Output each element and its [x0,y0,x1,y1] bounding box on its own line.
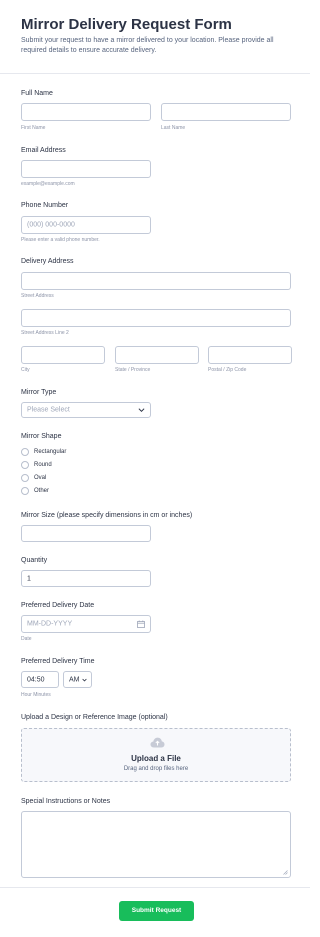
ampm-select[interactable]: AM [63,671,92,688]
delivery-date-sublabel: Date [21,636,32,642]
quantity-label: Quantity [21,557,48,564]
header-divider [0,73,310,74]
first-name-sublabel: First Name [21,125,46,131]
resize-handle-icon[interactable] [283,870,288,875]
mirror-type-select[interactable]: Please Select [21,402,151,418]
notes-label: Special Instructions or Notes [21,798,111,805]
street-address-sublabel: Street Address [21,293,54,299]
delivery-date-label: Preferred Delivery Date [21,602,95,609]
form-subtitle: Submit your request to have a mirror del… [21,37,274,54]
city-sublabel: City [21,367,30,373]
mirror-type-placeholder: Please Select [27,406,70,414]
radio-label: Other [34,488,50,494]
mirror-size-label: Mirror Size (please specify dimensions i… [21,512,193,519]
quantity-value: 1 [27,575,31,582]
email-label: Email Address [21,147,66,154]
radio-label: Round [34,462,52,468]
delivery-date-input[interactable]: MM-DD-YYYY [21,615,151,633]
delivery-time-sublabel: Hour Minutes [21,692,51,698]
phone-sublabel: Please enter a valid phone number. [21,237,100,243]
upload-title: Upload a File [131,754,181,763]
mirror-type-label: Mirror Type [21,389,57,396]
state-sublabel: State / Province [115,367,151,373]
radio-circle-icon[interactable] [21,487,29,495]
radio-label: Rectangular [34,449,67,455]
time-input[interactable]: 04:50 [21,671,59,688]
full-name-label: Full Name [21,90,53,97]
address-label: Delivery Address [21,258,74,265]
phone-label: Phone Number [21,202,69,209]
calendar-icon[interactable] [137,620,145,628]
street-address-input[interactable] [21,272,291,290]
radio-circle-icon[interactable] [21,474,29,482]
street-address-line2-input[interactable] [21,309,291,327]
zip-input[interactable] [208,346,292,364]
upload-label: Upload a Design or Reference Image (opti… [21,714,168,721]
delivery-time-label: Preferred Delivery Time [21,658,95,665]
email-sublabel: example@example.com [21,181,75,187]
ampm-value: AM [69,676,80,683]
phone-placeholder: (000) 000-0000 [27,221,75,229]
notes-textarea[interactable] [21,811,291,878]
cloud-upload-icon [150,737,165,748]
quantity-input[interactable]: 1 [21,570,151,587]
street-address-line2-sublabel: Street Address Line 2 [21,330,69,336]
last-name-sublabel: Last Name [161,125,186,131]
zip-sublabel: Postal / Zip Code [208,367,247,373]
radio-circle-icon[interactable] [21,461,29,469]
city-input[interactable] [21,346,105,364]
chevron-down-icon [138,408,145,413]
submit-button[interactable]: Submit Request [119,901,194,921]
last-name-input[interactable] [161,103,291,121]
radio-label: Oval [34,475,47,481]
mirror-shape-label: Mirror Shape [21,433,62,440]
upload-dropzone[interactable]: Upload a File Drag and drop files here [21,728,291,782]
first-name-input[interactable] [21,103,151,121]
time-value: 04:50 [27,676,45,683]
chevron-down-icon [82,678,87,681]
form-title: Mirror Delivery Request Form [21,16,232,33]
footer-divider [0,887,310,888]
delivery-date-placeholder: MM-DD-YYYY [27,620,73,628]
email-input[interactable] [21,160,151,178]
radio-circle-icon[interactable] [21,448,29,456]
phone-input[interactable]: (000) 000-0000 [21,216,151,234]
upload-hint: Drag and drop files here [123,766,189,772]
state-input[interactable] [115,346,199,364]
mirror-size-input[interactable] [21,525,151,542]
